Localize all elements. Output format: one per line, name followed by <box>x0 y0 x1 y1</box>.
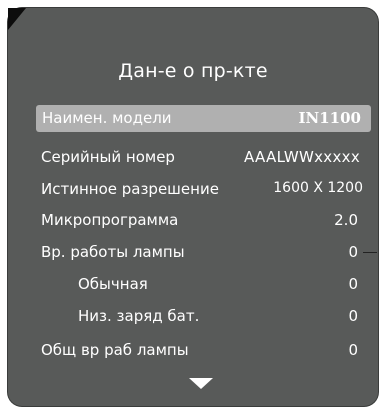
menu-row-model-name[interactable]: Наимен. модели IN1100 <box>36 105 371 132</box>
osd-menu-panel: Дан-е о пр-кте Наимен. модели IN1100 Сер… <box>8 8 378 406</box>
row-label: Общ вр раб лампы <box>41 341 189 359</box>
row-value: 1600 X 1200 <box>273 180 363 196</box>
menu-row-lamp-eco[interactable]: Низ. заряд бат. 0 <box>33 303 373 330</box>
menu-title: Дан-е о пр-кте <box>118 60 268 82</box>
row-label: Обычная <box>78 275 148 293</box>
row-value: 0 <box>348 307 358 325</box>
row-label: Серийный номер <box>41 148 175 166</box>
row-value: 0 <box>348 243 358 261</box>
row-value: 2.0 <box>334 211 358 229</box>
down-arrow-icon[interactable] <box>189 378 213 389</box>
menu-row-serial-number[interactable]: Серийный номер AAALWWxxxxx <box>33 144 373 171</box>
row-value: 0 <box>348 341 358 359</box>
corner-mark <box>8 8 26 30</box>
row-value: 0 <box>348 275 358 293</box>
menu-row-lamp-hours[interactable]: Вр. работы лампы 0 <box>33 239 377 266</box>
row-label: Низ. заряд бат. <box>78 307 200 325</box>
row-label: Микропрограмма <box>41 211 179 229</box>
menu-row-native-resolution[interactable]: Истинное разрешение 1600 X 1200 <box>33 176 373 203</box>
row-value: AAALWWxxxxx <box>244 148 360 166</box>
row-label: Истинное разрешение <box>41 180 219 198</box>
tick-line <box>363 252 377 253</box>
menu-row-firmware[interactable]: Микропрограмма 2.0 <box>33 207 373 234</box>
menu-row-lamp-normal[interactable]: Обычная 0 <box>33 271 373 298</box>
row-value: IN1100 <box>298 109 361 127</box>
menu-row-total-lamp-hours[interactable]: Общ вр раб лампы 0 <box>33 337 373 364</box>
row-label: Вр. работы лампы <box>41 243 185 261</box>
row-label: Наимен. модели <box>42 109 172 127</box>
